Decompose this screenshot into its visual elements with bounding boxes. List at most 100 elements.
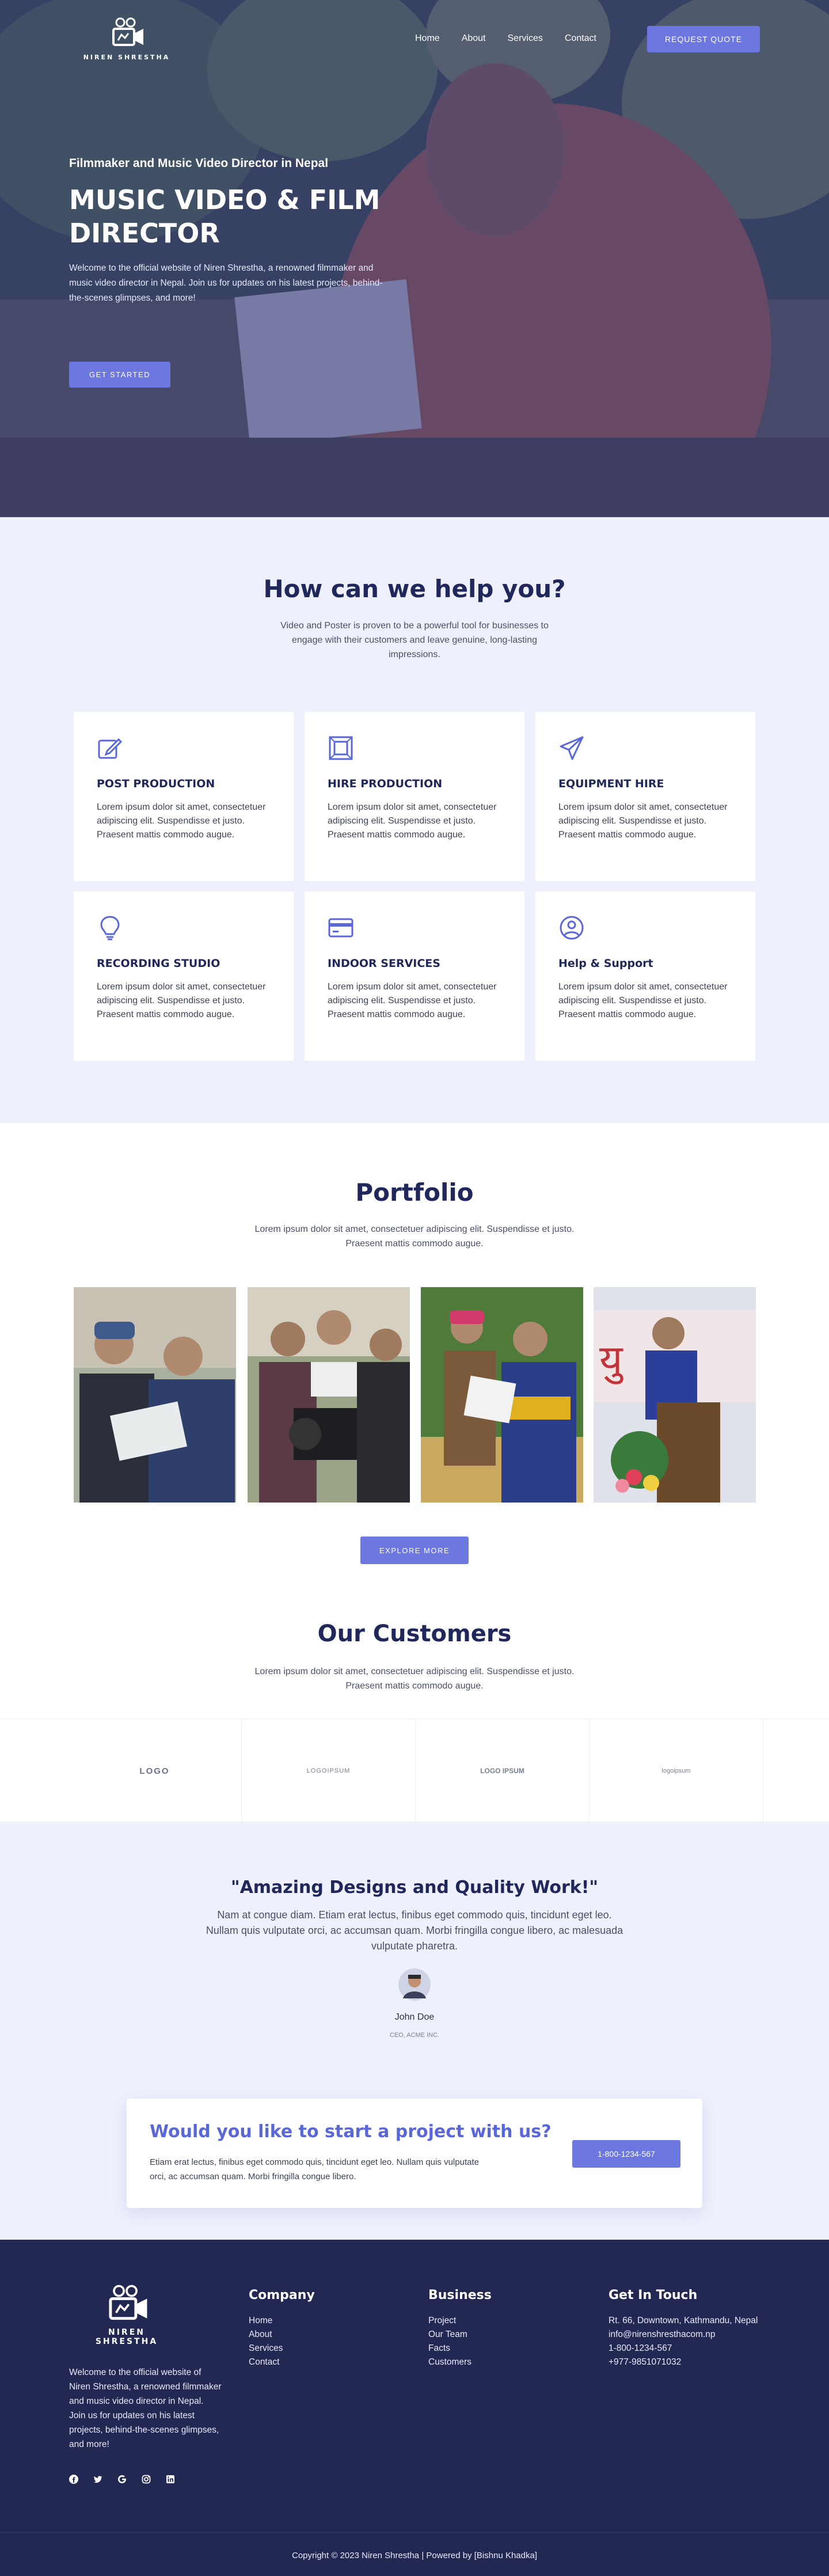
service-card-title: Help & Support bbox=[558, 957, 653, 970]
frame-icon bbox=[329, 736, 353, 760]
testimonial-name: John Doe bbox=[394, 2012, 435, 2022]
camera-logo-icon bbox=[112, 17, 143, 46]
footer-company-column: Company Home About Services Contact bbox=[249, 2288, 315, 2369]
customers-description: Lorem ipsum dolor sit amet, consectetuer… bbox=[254, 1667, 575, 1691]
customer-logo: LOGO bbox=[68, 1719, 242, 1823]
customer-logo-text: LOGOIPSUM bbox=[306, 1767, 351, 1774]
testimonial-quote: "Amazing Designs and Quality Work!" bbox=[230, 1877, 599, 1898]
footer-link-our-team[interactable]: Our Team bbox=[428, 2328, 492, 2342]
customer-logo-text: LOGO IPSUM bbox=[480, 1767, 524, 1775]
footer-link-facts[interactable]: Facts bbox=[428, 2342, 492, 2355]
service-card-title: RECORDING STUDIO bbox=[97, 957, 220, 970]
footer-logo[interactable]: NIREN SHRESTHA bbox=[81, 2285, 173, 2346]
portfolio-photo[interactable] bbox=[421, 1287, 583, 1503]
portfolio-photo[interactable] bbox=[74, 1287, 236, 1503]
footer-column-title: Company bbox=[249, 2288, 315, 2302]
nav-about[interactable]: About bbox=[462, 33, 486, 44]
get-started-button[interactable]: GET STARTED bbox=[69, 362, 170, 388]
footer-link-project[interactable]: Project bbox=[428, 2314, 492, 2328]
copyright-text: Copyright © 2023 Niren Shrestha | Powere… bbox=[291, 2551, 538, 2560]
hero-subtitle: Filmmaker and Music Video Director in Ne… bbox=[69, 157, 329, 170]
footer-business-column: Business Project Our Team Facts Customer… bbox=[428, 2288, 492, 2369]
services-title: How can we help you? bbox=[263, 575, 566, 603]
svg-text:यु: यु bbox=[599, 1336, 624, 1384]
hero-description: Welcome to the official website of Niren… bbox=[69, 263, 383, 303]
user-circle-icon bbox=[560, 916, 584, 940]
footer-column-title: Business bbox=[428, 2288, 492, 2302]
footer-phone[interactable]: 1-800-1234-567 bbox=[609, 2342, 758, 2355]
footer-logo-text: NIREN SHRESTHA bbox=[95, 2328, 158, 2346]
service-card-title: EQUIPMENT HIRE bbox=[558, 777, 664, 790]
service-card-text: Lorem ipsum dolor sit amet, consectetuer… bbox=[558, 982, 728, 1019]
instagram-icon[interactable] bbox=[142, 2475, 151, 2484]
service-card-text: Lorem ipsum dolor sit amet, consectetuer… bbox=[328, 982, 497, 1019]
nav-home[interactable]: Home bbox=[415, 33, 440, 44]
request-quote-button[interactable]: REQUEST QUOTE bbox=[647, 26, 760, 52]
service-card-equipment-hire[interactable]: EQUIPMENT HIRE Lorem ipsum dolor sit ame… bbox=[535, 712, 755, 881]
service-card-text: Lorem ipsum dolor sit amet, consectetuer… bbox=[97, 982, 266, 1019]
camera-logo-icon bbox=[109, 2285, 147, 2320]
service-card-text: Lorem ipsum dolor sit amet, consectetuer… bbox=[558, 802, 728, 840]
cta-box: Would you like to start a project with u… bbox=[127, 2099, 702, 2208]
paper-plane-icon bbox=[560, 736, 584, 760]
nav-services[interactable]: Services bbox=[508, 33, 543, 44]
service-card-title: POST PRODUCTION bbox=[97, 777, 215, 790]
nav-links: Home About Services Contact bbox=[415, 33, 596, 44]
phone-cta-button[interactable]: 1-800-1234-567 bbox=[572, 2140, 680, 2168]
top-navbar: NIREN SHRESTHA Home About Services Conta… bbox=[0, 0, 829, 78]
service-card-hire-production[interactable]: HIRE PRODUCTION Lorem ipsum dolor sit am… bbox=[305, 712, 524, 881]
hero-section: NIREN SHRESTHA Home About Services Conta… bbox=[0, 0, 829, 517]
google-icon[interactable] bbox=[117, 2475, 127, 2484]
footer-address: Rt. 66, Downtown, Kathmandu, Nepal bbox=[609, 2316, 758, 2325]
avatar bbox=[398, 1968, 431, 2001]
customer-logo: LOGO IPSUM bbox=[416, 1719, 590, 1823]
footer-contact-column: Get In Touch Rt. 66, Downtown, Kathmandu… bbox=[609, 2288, 758, 2369]
customer-logos: LOGO LOGOIPSUM LOGO IPSUM logoipsum bbox=[0, 1718, 829, 1823]
customer-logo-text: logoipsum bbox=[661, 1767, 691, 1774]
footer-divider bbox=[0, 2532, 829, 2533]
footer-mobile[interactable]: +977-9851071032 bbox=[609, 2355, 758, 2369]
service-card-recording-studio[interactable]: RECORDING STUDIO Lorem ipsum dolor sit a… bbox=[74, 891, 294, 1061]
credit-card-icon bbox=[328, 918, 353, 938]
footer-link-home[interactable]: Home bbox=[249, 2314, 315, 2328]
service-card-title: INDOOR SERVICES bbox=[328, 957, 440, 970]
hero-title: MUSIC VIDEO & FILM DIRECTOR bbox=[69, 184, 381, 249]
portfolio-description: Lorem ipsum dolor sit amet, consectetuer… bbox=[254, 1224, 575, 1249]
portfolio-photo[interactable]: यु bbox=[594, 1287, 756, 1503]
footer-link-services[interactable]: Services bbox=[249, 2342, 315, 2355]
testimonial-text: Nam at congue diam. Etiam erat lectus, f… bbox=[206, 1909, 623, 1952]
service-card-post-production[interactable]: POST PRODUCTION Lorem ipsum dolor sit am… bbox=[74, 712, 294, 881]
customer-logo: LOGOIPSUM bbox=[242, 1719, 416, 1823]
customer-logo-text: LOGO bbox=[139, 1766, 170, 1776]
logo-text: NIREN SHRESTHA bbox=[83, 54, 170, 61]
service-card-help-support[interactable]: Help & Support Lorem ipsum dolor sit ame… bbox=[535, 891, 755, 1061]
footer-email[interactable]: info@nirenshresthacom.np bbox=[609, 2328, 758, 2342]
services-section: How can we help you? Video and Poster is… bbox=[0, 517, 829, 1123]
footer-link-customers[interactable]: Customers bbox=[428, 2355, 492, 2369]
service-card-title: HIRE PRODUCTION bbox=[328, 777, 443, 790]
site-logo[interactable]: NIREN SHRESTHA bbox=[81, 17, 173, 61]
twitter-icon[interactable] bbox=[93, 2475, 102, 2484]
portfolio-section: Portfolio Lorem ipsum dolor sit amet, co… bbox=[0, 1123, 829, 1718]
testimonial-role: CEO, ACME INC. bbox=[389, 2032, 440, 2039]
linkedin-icon[interactable] bbox=[166, 2475, 175, 2484]
social-links bbox=[69, 2475, 175, 2484]
cta-title: Would you like to start a project with u… bbox=[150, 2122, 552, 2142]
service-card-indoor-services[interactable]: INDOOR SERVICES Lorem ipsum dolor sit am… bbox=[305, 891, 524, 1061]
footer: NIREN SHRESTHA Welcome to the official w… bbox=[0, 2240, 829, 2576]
footer-link-about[interactable]: About bbox=[249, 2328, 315, 2342]
service-card-text: Lorem ipsum dolor sit amet, consectetuer… bbox=[97, 802, 266, 840]
customers-title: Our Customers bbox=[317, 1621, 512, 1647]
customer-logo: logoipsum bbox=[590, 1719, 763, 1823]
service-card-text: Lorem ipsum dolor sit amet, consectetuer… bbox=[328, 802, 497, 840]
footer-link-contact[interactable]: Contact bbox=[249, 2355, 315, 2369]
portfolio-photo[interactable] bbox=[248, 1287, 410, 1503]
portfolio-title: Portfolio bbox=[355, 1178, 474, 1207]
cta-text: Etiam erat lectus, finibus eget commodo … bbox=[150, 2157, 479, 2182]
nav-contact[interactable]: Contact bbox=[565, 33, 596, 44]
explore-more-button[interactable]: EXPLORE MORE bbox=[360, 1537, 469, 1564]
facebook-icon[interactable] bbox=[69, 2475, 78, 2484]
lightbulb-icon bbox=[100, 916, 120, 940]
testimonial-section: "Amazing Designs and Quality Work!" Nam … bbox=[0, 1822, 829, 2240]
footer-about: Welcome to the official website of Niren… bbox=[69, 2368, 222, 2449]
